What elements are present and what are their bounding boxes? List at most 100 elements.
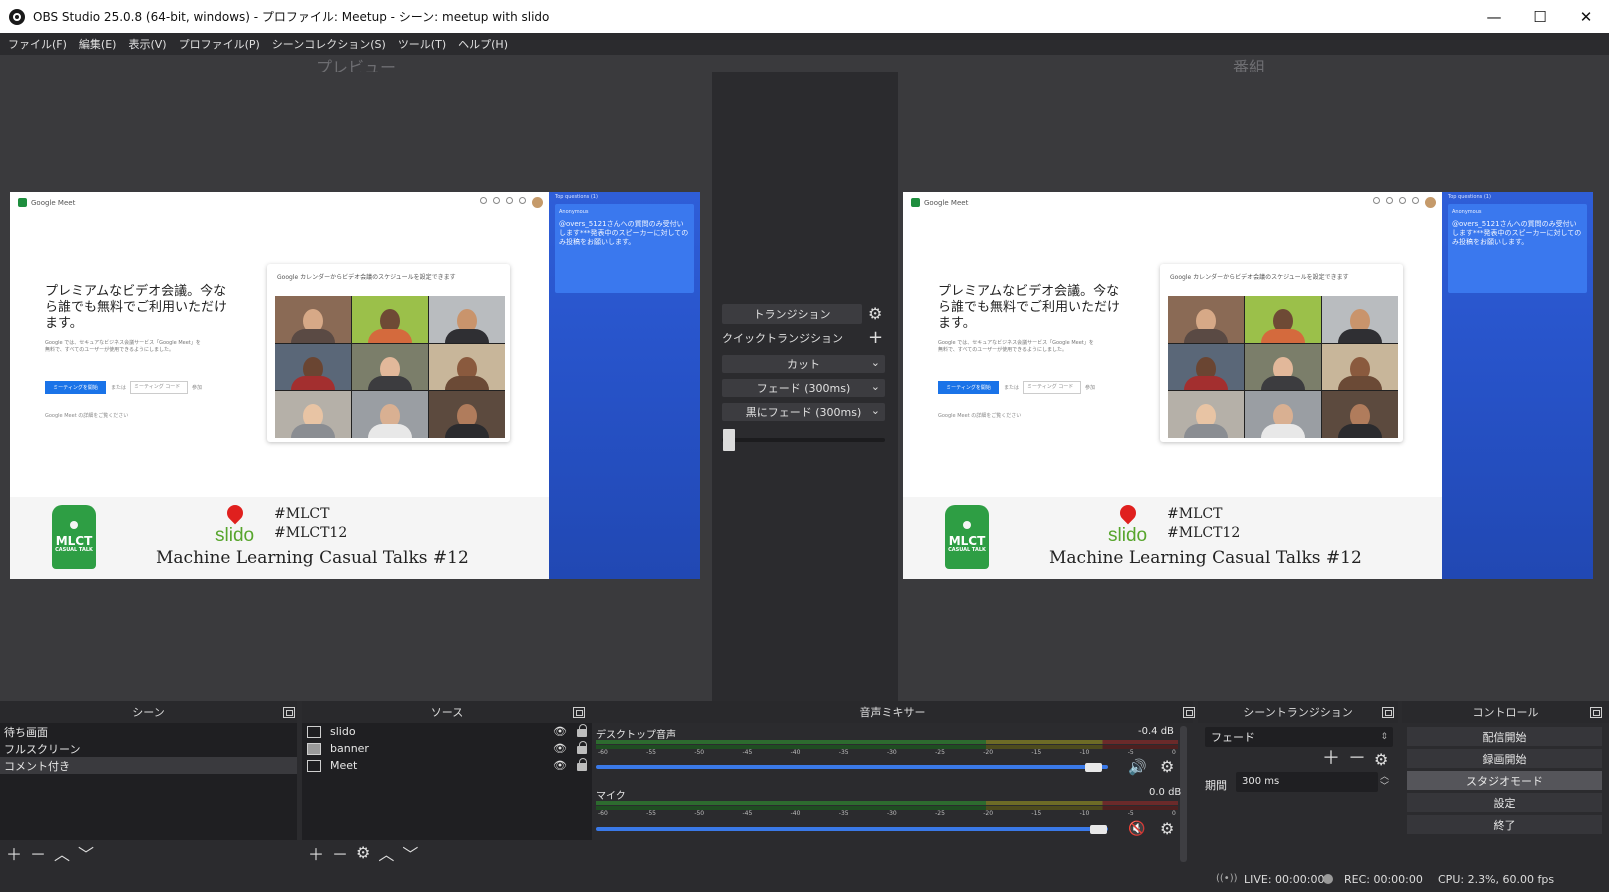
window-controls: — ☐ ✕: [1471, 0, 1609, 33]
tick-label: -45: [742, 749, 753, 756]
float-icon[interactable]: [1590, 707, 1602, 718]
window-capture-icon: [307, 759, 321, 772]
move-up-icon[interactable]: ︿: [378, 841, 394, 865]
add-icon[interactable]: ＋: [1322, 750, 1340, 768]
slido-panel: Top questions (1) Anonymous @overs_5121さ…: [549, 192, 700, 579]
move-down-icon[interactable]: ﹀: [78, 841, 94, 865]
move-down-icon[interactable]: ﹀: [402, 841, 418, 865]
remove-icon[interactable]: －: [332, 841, 348, 865]
tag-subtext: CASUAL TALK: [948, 546, 986, 553]
close-button[interactable]: ✕: [1563, 0, 1609, 33]
person-body: [368, 328, 412, 343]
scene-item[interactable]: 待ち画面: [0, 723, 297, 740]
remove-icon[interactable]: －: [30, 841, 46, 865]
source-item-meet[interactable]: Meet 👁: [302, 757, 592, 774]
start-streaming-button[interactable]: 配信開始: [1407, 727, 1602, 746]
person-body: [1338, 328, 1382, 343]
menu-scene-collection[interactable]: シーンコレクション(S): [268, 36, 394, 52]
duration-spinner-icon[interactable]: ︿ ﹀: [1380, 772, 1389, 792]
menu-view[interactable]: 表示(V): [124, 36, 174, 52]
meet-camera-icon: [911, 198, 920, 207]
video-tile: [1245, 391, 1321, 438]
add-icon[interactable]: ＋: [308, 841, 324, 865]
eye-icon[interactable]: 👁: [553, 742, 567, 755]
quick-transition-fade[interactable]: フェード (300ms) ⌄: [722, 379, 885, 397]
properties-gear-icon[interactable]: ⚙: [356, 843, 370, 862]
gear-icon[interactable]: ⚙: [1160, 759, 1174, 775]
add-icon[interactable]: ＋: [6, 841, 22, 865]
video-tile: [275, 343, 351, 391]
meet-headline: プレミアムなビデオ会議。今なら誰でも無料でご利用いただけます。: [938, 284, 1121, 331]
lock-icon[interactable]: [577, 741, 587, 754]
muted-speaker-icon[interactable]: 🔇: [1128, 821, 1145, 837]
volume-slider-handle[interactable]: [1084, 763, 1102, 772]
duration-field[interactable]: 300 ms: [1236, 772, 1378, 792]
gear-icon[interactable]: ⚙: [1160, 821, 1174, 837]
card-caption: Google カレンダーからビデオ会議のスケジュールを設定できます: [277, 274, 456, 281]
source-item-banner[interactable]: banner 👁: [302, 740, 592, 757]
source-item-slido[interactable]: slido 👁: [302, 723, 592, 740]
mixer-channel-db: -0.4 dB: [1138, 726, 1174, 737]
minimize-button[interactable]: —: [1471, 0, 1517, 33]
mixer-channel-name: マイク: [596, 791, 626, 802]
quick-transition-fade-black[interactable]: 黒にフェード (300ms) ⌄: [722, 403, 885, 421]
move-up-icon[interactable]: ︿: [54, 841, 70, 865]
quick-transition-cut[interactable]: カット ⌄: [722, 355, 885, 373]
menu-help[interactable]: ヘルプ(H): [454, 36, 516, 52]
video-tile: [275, 391, 351, 438]
maximize-button[interactable]: ☐: [1517, 0, 1563, 33]
mlct-tag-logo: MLCT CASUAL TALK: [945, 505, 989, 569]
meter-ticks: -60 -55 -50 -45 -40 -35 -30 -25 -20 -15 -10 -5 0: [598, 749, 1176, 759]
volume-slider-handle[interactable]: [1089, 825, 1107, 834]
gear-icon[interactable]: ⚙: [868, 306, 882, 322]
exit-button[interactable]: 終了: [1407, 815, 1602, 834]
volume-slider[interactable]: [596, 765, 1108, 769]
menu-edit[interactable]: 編集(E): [75, 36, 125, 52]
source-label: Meet: [330, 759, 358, 772]
video-tile: [1168, 296, 1244, 343]
program-canvas[interactable]: Google Meet プレミアムなビデオ会議。今なら誰でも無料でご利用いただけ…: [903, 192, 1593, 579]
lock-icon[interactable]: [577, 758, 587, 771]
scene-item[interactable]: コメント付き: [0, 757, 297, 774]
float-icon[interactable]: [283, 707, 295, 718]
menu-profile[interactable]: プロファイル(P): [175, 36, 268, 52]
settings-button[interactable]: 設定: [1407, 793, 1602, 812]
plus-icon[interactable]: +: [868, 329, 883, 347]
meet-subtext: Google では、セキュアなビジネス会議サービス「Google Meet」を無…: [45, 340, 201, 353]
tag-hole: [963, 520, 971, 529]
remove-icon[interactable]: －: [1348, 750, 1366, 768]
menu-file[interactable]: ファイル(F): [4, 36, 75, 52]
float-icon[interactable]: [1382, 707, 1394, 718]
scenes-list: 待ち画面 フルスクリーン コメント付き: [0, 723, 297, 840]
meet-logo: Google Meet: [18, 198, 75, 207]
float-icon[interactable]: [1183, 707, 1195, 718]
feedback-icon: [493, 197, 500, 204]
cpu-fps: CPU: 2.3%, 60.00 fps: [1438, 873, 1555, 886]
eye-icon[interactable]: 👁: [553, 725, 567, 738]
volume-slider[interactable]: [596, 827, 1108, 831]
start-recording-button[interactable]: 録画開始: [1407, 749, 1602, 768]
speaker-icon[interactable]: 🔊: [1128, 759, 1147, 775]
person-body: [1184, 328, 1228, 343]
studio-mode-button[interactable]: スタジオモード: [1407, 771, 1602, 790]
learn-more-link: Google Meet の詳細をご覧ください: [45, 413, 129, 419]
live-timer: LIVE: 00:00:00: [1244, 873, 1325, 886]
tbar-handle[interactable]: [723, 429, 735, 451]
scene-item[interactable]: フルスクリーン: [0, 740, 297, 757]
tag-text: MLCT: [948, 533, 986, 548]
meet-brand: Google Meet: [924, 198, 969, 207]
lock-icon[interactable]: [577, 724, 587, 737]
menu-tools[interactable]: ツール(T): [394, 36, 454, 52]
tbar-track[interactable]: [722, 438, 885, 442]
eye-icon[interactable]: 👁: [553, 759, 567, 772]
transition-select[interactable]: フェード ⇕: [1205, 727, 1393, 747]
sources-list: slido 👁 banner 👁 Meet 👁: [302, 723, 592, 840]
video-tile: [1245, 343, 1321, 391]
transition-button[interactable]: トランジション: [722, 304, 862, 324]
gear-icon[interactable]: ⚙: [1374, 752, 1388, 768]
preview-canvas[interactable]: Google Meet プレミアムなビデオ会議。今なら誰でも無料でご利用いただけ…: [10, 192, 700, 579]
person-body: [1261, 376, 1305, 391]
video-tile: [429, 296, 505, 343]
float-icon[interactable]: [573, 707, 585, 718]
obs-logo-icon: [9, 8, 25, 25]
